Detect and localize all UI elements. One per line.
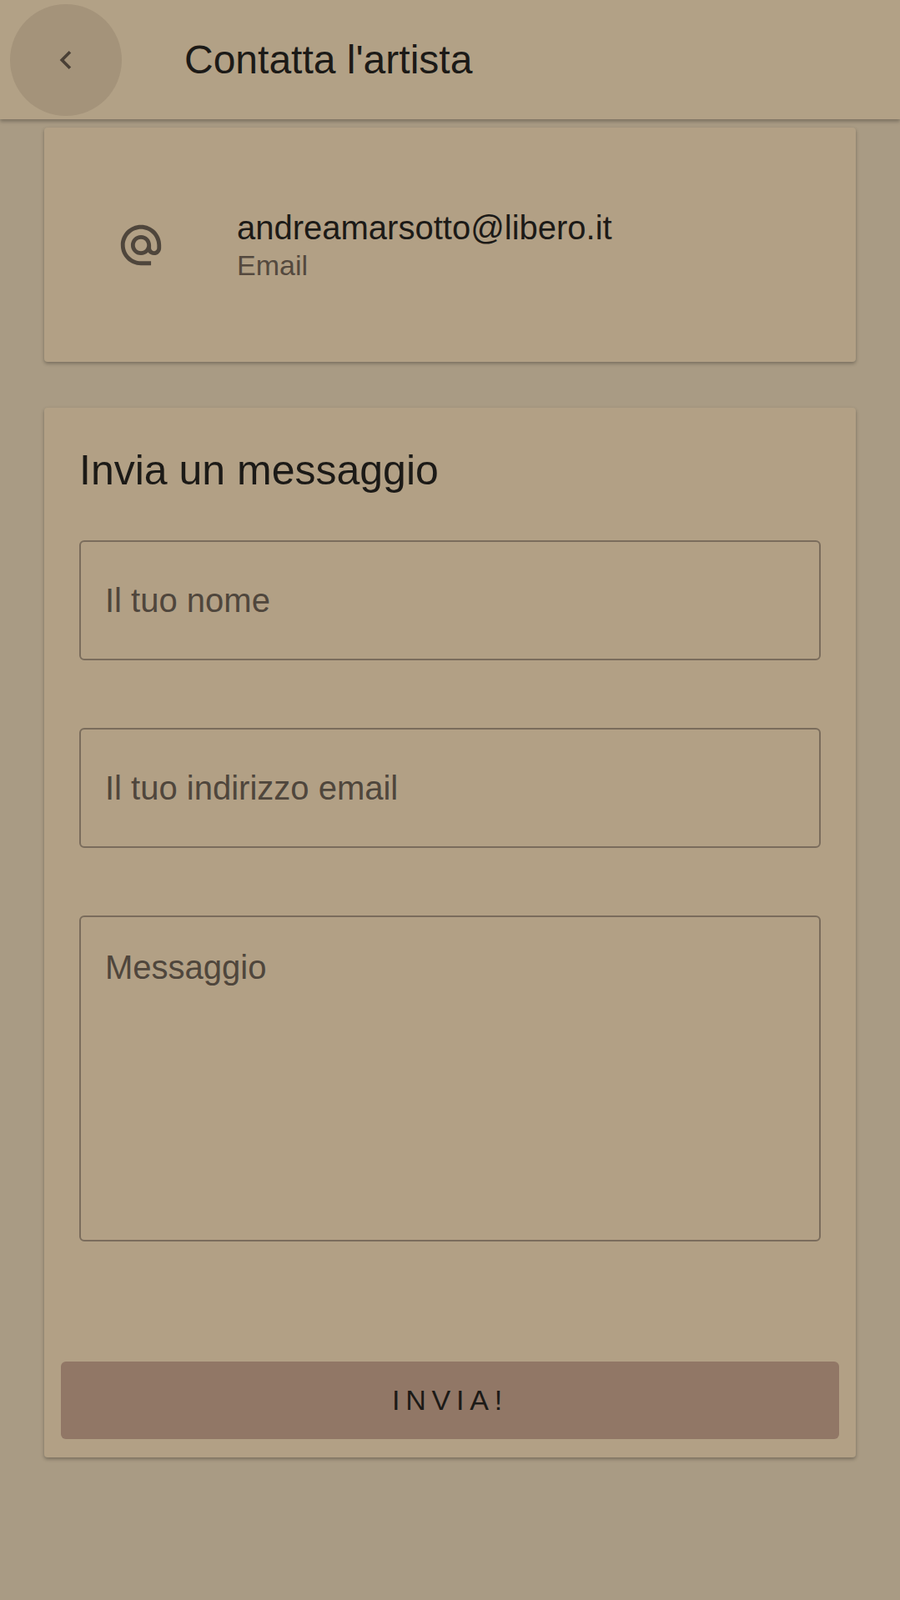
page-title: Contatta l'artista bbox=[184, 30, 473, 91]
contact-label: Email bbox=[236, 247, 613, 283]
email-address: andreamarsotto@libero.it bbox=[236, 207, 613, 248]
chevron-left-icon bbox=[47, 41, 85, 79]
back-button[interactable] bbox=[10, 4, 122, 116]
message-form: Invia un messaggio INVIA! bbox=[44, 407, 856, 1459]
app-bar: Contatta l'artista bbox=[0, 0, 900, 120]
at-icon bbox=[44, 221, 237, 270]
content: andreamarsotto@libero.itEmail Invia un me… bbox=[0, 119, 900, 1459]
button-row: INVIA! bbox=[44, 1362, 856, 1440]
contact-card[interactable]: andreamarsotto@libero.itEmail bbox=[44, 127, 856, 363]
send-button[interactable]: INVIA! bbox=[60, 1362, 840, 1440]
name-field[interactable] bbox=[79, 540, 821, 661]
form-fields bbox=[44, 540, 856, 1242]
contact-text: andreamarsotto@libero.itEmail bbox=[236, 207, 613, 283]
message-field[interactable] bbox=[79, 915, 821, 1242]
email-field[interactable] bbox=[79, 728, 821, 849]
form-title: Invia un messaggio bbox=[44, 445, 856, 496]
